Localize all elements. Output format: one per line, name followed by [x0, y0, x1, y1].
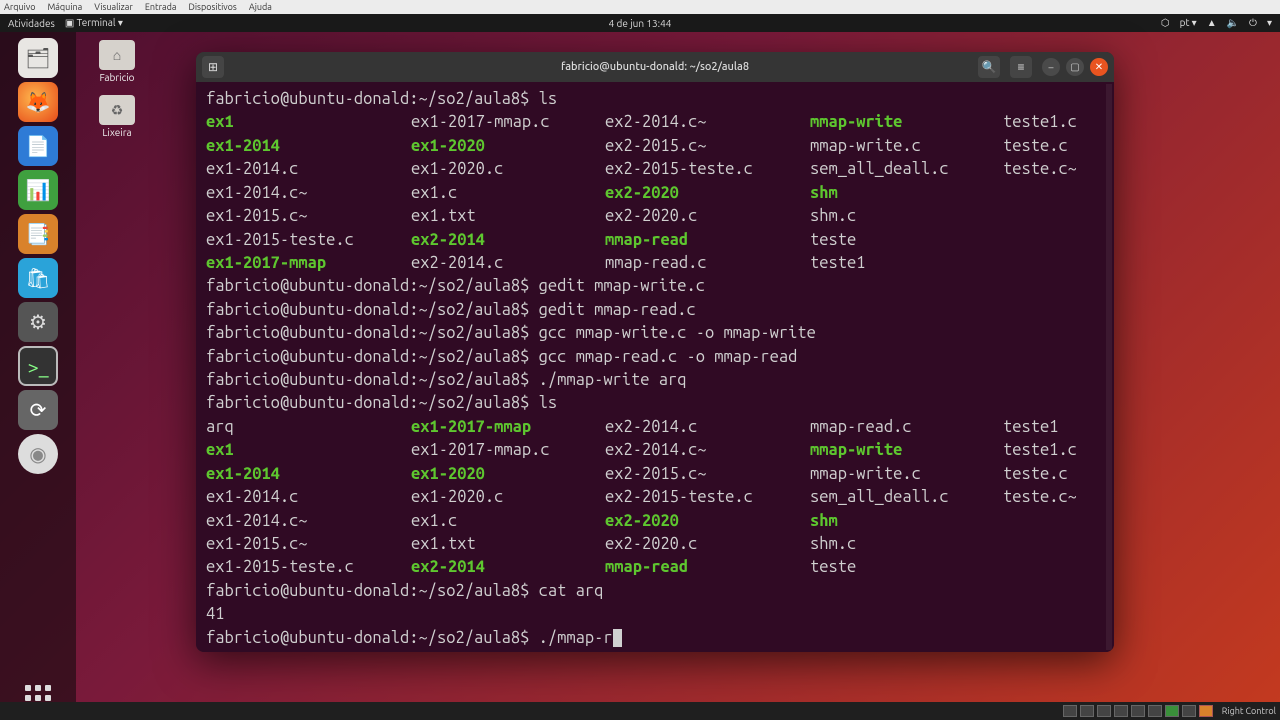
vb-tray-icon[interactable]	[1063, 705, 1077, 717]
dock-calc-icon[interactable]: 📊	[18, 170, 58, 210]
language-indicator[interactable]: pt ▾	[1180, 17, 1197, 29]
dock-firefox-icon[interactable]: 🦊	[18, 82, 58, 122]
desktop-icon-label: Fabricio	[86, 72, 148, 83]
vb-tray-icon[interactable]	[1182, 705, 1196, 717]
window-titlebar[interactable]: ⊞ fabricio@ubuntu-donald: ~/so2/aula8 🔍 …	[196, 52, 1114, 82]
vm-menu-item[interactable]: Visualizar	[94, 2, 133, 12]
desktop-icons: ⌂ Fabricio ♻ Lixeira	[86, 40, 148, 138]
terminal-body[interactable]: fabricio@ubuntu-donald:~/so2/aula8$ lsex…	[196, 82, 1114, 652]
dock-updater-icon[interactable]: ⟳	[18, 390, 58, 430]
hamburger-menu-button[interactable]: ≡	[1010, 56, 1032, 78]
dock-impress-icon[interactable]: 📑	[18, 214, 58, 254]
clock[interactable]: 4 de jun 13:44	[609, 18, 672, 29]
dock-terminal-icon[interactable]: >_	[18, 346, 58, 386]
minimize-button[interactable]: –	[1042, 58, 1060, 76]
vm-menu-item[interactable]: Máquina	[47, 2, 82, 12]
vb-tray-icon[interactable]	[1165, 705, 1179, 717]
vm-menu-item[interactable]: Entrada	[145, 2, 177, 12]
terminal-scrollbar[interactable]	[1106, 84, 1112, 650]
home-folder-icon: ⌂	[99, 40, 135, 70]
maximize-button[interactable]: ▢	[1066, 58, 1084, 76]
notification-icon[interactable]: ⬡	[1161, 17, 1170, 29]
desktop-icon-label: Lixeira	[86, 127, 148, 138]
vm-menu-item[interactable]: Ajuda	[249, 2, 272, 12]
vb-tray-icon[interactable]	[1148, 705, 1162, 717]
desktop-home-folder[interactable]: ⌂ Fabricio	[86, 40, 148, 83]
dock-disc-icon[interactable]: ◉	[18, 434, 58, 474]
vm-menu-item[interactable]: Dispositivos	[189, 2, 237, 12]
dock-files-icon[interactable]: 🗂	[18, 38, 58, 78]
host-key-label: Right Control	[1222, 706, 1276, 716]
app-menu[interactable]: ▣ Terminal ▾	[65, 17, 123, 29]
vb-tray-icon[interactable]	[1199, 705, 1213, 717]
new-tab-button[interactable]: ⊞	[202, 56, 224, 78]
dock-software-icon[interactable]: 🛍	[18, 258, 58, 298]
system-menu-chevron-icon[interactable]: ▾	[1267, 17, 1272, 29]
network-icon[interactable]: ▲	[1207, 17, 1217, 29]
close-button[interactable]: ✕	[1090, 58, 1108, 76]
virtualbox-statusbar: Right Control	[0, 702, 1280, 720]
vm-menu-item[interactable]: Arquivo	[4, 2, 35, 12]
search-button[interactable]: 🔍	[978, 56, 1000, 78]
activities-button[interactable]: Atividades	[8, 18, 55, 29]
power-icon[interactable]: ⏻	[1249, 17, 1257, 29]
trash-icon: ♻	[99, 95, 135, 125]
volume-icon[interactable]: 🔈	[1227, 17, 1239, 29]
desktop-trash[interactable]: ♻ Lixeira	[86, 95, 148, 138]
vb-tray-icon[interactable]	[1080, 705, 1094, 717]
dock-writer-icon[interactable]: 📄	[18, 126, 58, 166]
vb-tray-icon[interactable]	[1114, 705, 1128, 717]
window-title: fabricio@ubuntu-donald: ~/so2/aula8	[561, 61, 749, 73]
ubuntu-dock: 🗂 🦊 📄 📊 📑 🛍 ⚙ >_ ⟳ ◉	[0, 32, 76, 702]
vb-tray-icon[interactable]	[1131, 705, 1145, 717]
vb-tray-icon[interactable]	[1097, 705, 1111, 717]
terminal-window: ⊞ fabricio@ubuntu-donald: ~/so2/aula8 🔍 …	[196, 52, 1114, 652]
virtualbox-menubar[interactable]: Arquivo Máquina Visualizar Entrada Dispo…	[0, 0, 1280, 14]
dock-settings-icon[interactable]: ⚙	[18, 302, 58, 342]
gnome-topbar: Atividades ▣ Terminal ▾ 4 de jun 13:44 ⬡…	[0, 14, 1280, 32]
